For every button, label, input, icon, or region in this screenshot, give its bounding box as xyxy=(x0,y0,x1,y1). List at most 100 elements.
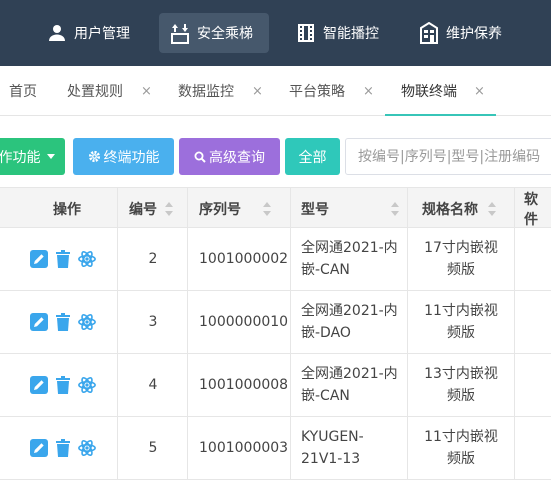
nav-label: 智能播控 xyxy=(323,26,379,42)
model-line: 全网通2021-内 xyxy=(301,366,398,382)
cell-num: 3 xyxy=(148,314,158,330)
close-icon[interactable]: × xyxy=(363,84,374,99)
atom-icon[interactable] xyxy=(78,439,96,457)
button-label: 作功能 xyxy=(0,149,41,166)
cell-model: 全网通2021-内 嵌-DAO xyxy=(301,291,398,353)
trash-icon[interactable] xyxy=(54,376,72,394)
close-icon[interactable]: × xyxy=(252,84,263,99)
model-line: 21V1-13 xyxy=(301,451,361,467)
spec-line: 17寸内嵌视 xyxy=(424,240,498,256)
model-line: 嵌-DAO xyxy=(301,325,351,341)
edit-icon[interactable] xyxy=(30,376,48,394)
tab-home[interactable]: 首页 xyxy=(9,66,37,116)
cell-spec: 11寸内嵌视 频版 xyxy=(408,291,514,353)
spec-line: 频版 xyxy=(447,388,475,404)
trash-icon[interactable] xyxy=(54,250,72,268)
tab-label: 首页 xyxy=(9,84,37,100)
sort-icon[interactable] xyxy=(488,201,496,216)
edit-icon[interactable] xyxy=(30,250,48,268)
atom-icon[interactable] xyxy=(78,250,96,268)
column-divider xyxy=(514,187,515,480)
spec-line: 频版 xyxy=(447,262,475,278)
spec-line: 11寸内嵌视 xyxy=(424,303,498,319)
row-actions xyxy=(30,228,96,290)
cell-serial: 1001000002 xyxy=(199,251,289,267)
search-input[interactable] xyxy=(345,138,551,175)
all-filter-button[interactable]: 全部 xyxy=(285,138,340,175)
top-navigation: 用户管理 安全乘梯 智能播控 维护保养 xyxy=(0,0,551,66)
caret-down-icon xyxy=(46,154,55,159)
button-label: 高级查询 xyxy=(209,149,265,166)
nav-label: 用户管理 xyxy=(74,26,130,42)
trash-icon[interactable] xyxy=(54,439,72,457)
model-line: KYUGEN- xyxy=(301,429,364,445)
sort-icon[interactable] xyxy=(391,201,399,216)
column-divider xyxy=(407,187,408,480)
cell-num: 2 xyxy=(148,251,158,267)
tab-data-monitor[interactable]: 数据监控 × xyxy=(178,66,268,116)
close-icon[interactable]: × xyxy=(474,84,485,99)
model-line: 嵌-CAN xyxy=(301,262,350,278)
close-icon[interactable]: × xyxy=(141,84,152,99)
nav-item-safe-elevator[interactable]: 安全乘梯 xyxy=(159,13,269,53)
table-row[interactable]: 3 1000000010 全网通2021-内 嵌-DAO 11寸内嵌视 频版 xyxy=(0,291,551,354)
cell-model: 全网通2021-内 嵌-CAN xyxy=(301,354,398,416)
row-actions xyxy=(30,417,96,479)
sort-icon[interactable] xyxy=(165,201,173,216)
sort-icon[interactable] xyxy=(263,201,271,216)
nav-item-smart-broadcast[interactable]: 智能播控 xyxy=(285,13,389,53)
nav-item-maintenance[interactable]: 维护保养 xyxy=(408,13,512,53)
column-divider xyxy=(187,187,188,480)
row-actions xyxy=(30,354,96,416)
column-header-num[interactable]: 编号 xyxy=(129,188,173,229)
tab-label: 平台策略 xyxy=(289,84,345,100)
cell-num: 5 xyxy=(148,440,158,456)
edit-icon[interactable] xyxy=(30,313,48,331)
nav-item-user-management[interactable]: 用户管理 xyxy=(36,13,140,53)
trash-icon[interactable] xyxy=(54,313,72,331)
table-header: 操作 编号 序列号 型号 规格名称 软件 xyxy=(0,187,551,228)
atom-icon[interactable] xyxy=(78,376,96,394)
building-icon xyxy=(418,22,440,44)
spec-line: 频版 xyxy=(447,451,475,467)
column-header-software: 软件 xyxy=(524,188,551,229)
edit-icon[interactable] xyxy=(30,439,48,457)
user-icon xyxy=(46,22,68,44)
spec-line: 频版 xyxy=(447,325,475,341)
cell-spec: 17寸内嵌视 频版 xyxy=(408,228,514,290)
cell-model: 全网通2021-内 嵌-CAN xyxy=(301,228,398,290)
atom-icon[interactable] xyxy=(78,313,96,331)
column-header-model[interactable]: 型号 xyxy=(301,188,399,229)
tab-platform-strategy[interactable]: 平台策略 × xyxy=(289,66,379,116)
table-row[interactable]: 4 1001000008 全网通2021-内 嵌-CAN 13寸内嵌视 频版 xyxy=(0,354,551,417)
header-label: 操作 xyxy=(53,201,81,218)
operate-dropdown-button[interactable]: 作功能 xyxy=(0,138,65,175)
nav-label: 维护保养 xyxy=(446,26,502,42)
header-label: 型号 xyxy=(301,201,329,218)
table-row[interactable]: 5 1001000003 KYUGEN- 21V1-13 11寸内嵌视 频版 xyxy=(0,417,551,480)
advanced-query-button[interactable]: 高级查询 xyxy=(179,138,280,175)
column-header-ops: 操作 xyxy=(53,188,81,229)
cell-spec: 11寸内嵌视 频版 xyxy=(408,417,514,479)
spec-line: 11寸内嵌视 xyxy=(424,429,498,445)
column-divider xyxy=(117,187,118,480)
model-line: 全网通2021-内 xyxy=(301,240,398,256)
tab-iot-terminal[interactable]: 物联终端 × xyxy=(401,66,491,116)
column-divider xyxy=(290,187,291,480)
tab-handling-rules[interactable]: 处置规则 × xyxy=(67,66,157,116)
cell-serial: 1001000008 xyxy=(199,377,289,393)
tab-bar: 首页 处置规则 × 数据监控 × 平台策略 × 物联终端 × xyxy=(0,66,551,116)
active-tab-indicator xyxy=(385,114,496,116)
column-header-spec[interactable]: 规格名称 xyxy=(422,188,496,229)
row-actions xyxy=(30,291,96,353)
table-row[interactable]: 2 1001000002 全网通2021-内 嵌-CAN 17寸内嵌视 频版 xyxy=(0,228,551,291)
elevator-icon xyxy=(169,22,191,44)
button-label: 终端功能 xyxy=(103,149,160,166)
cell-num: 4 xyxy=(148,377,158,393)
gear-icon xyxy=(88,150,101,163)
tab-label: 数据监控 xyxy=(178,84,234,100)
column-header-serial[interactable]: 序列号 xyxy=(199,188,271,229)
spec-line: 13寸内嵌视 xyxy=(424,366,498,382)
header-label: 规格名称 xyxy=(422,201,478,218)
terminal-function-button[interactable]: 终端功能 xyxy=(73,138,174,175)
